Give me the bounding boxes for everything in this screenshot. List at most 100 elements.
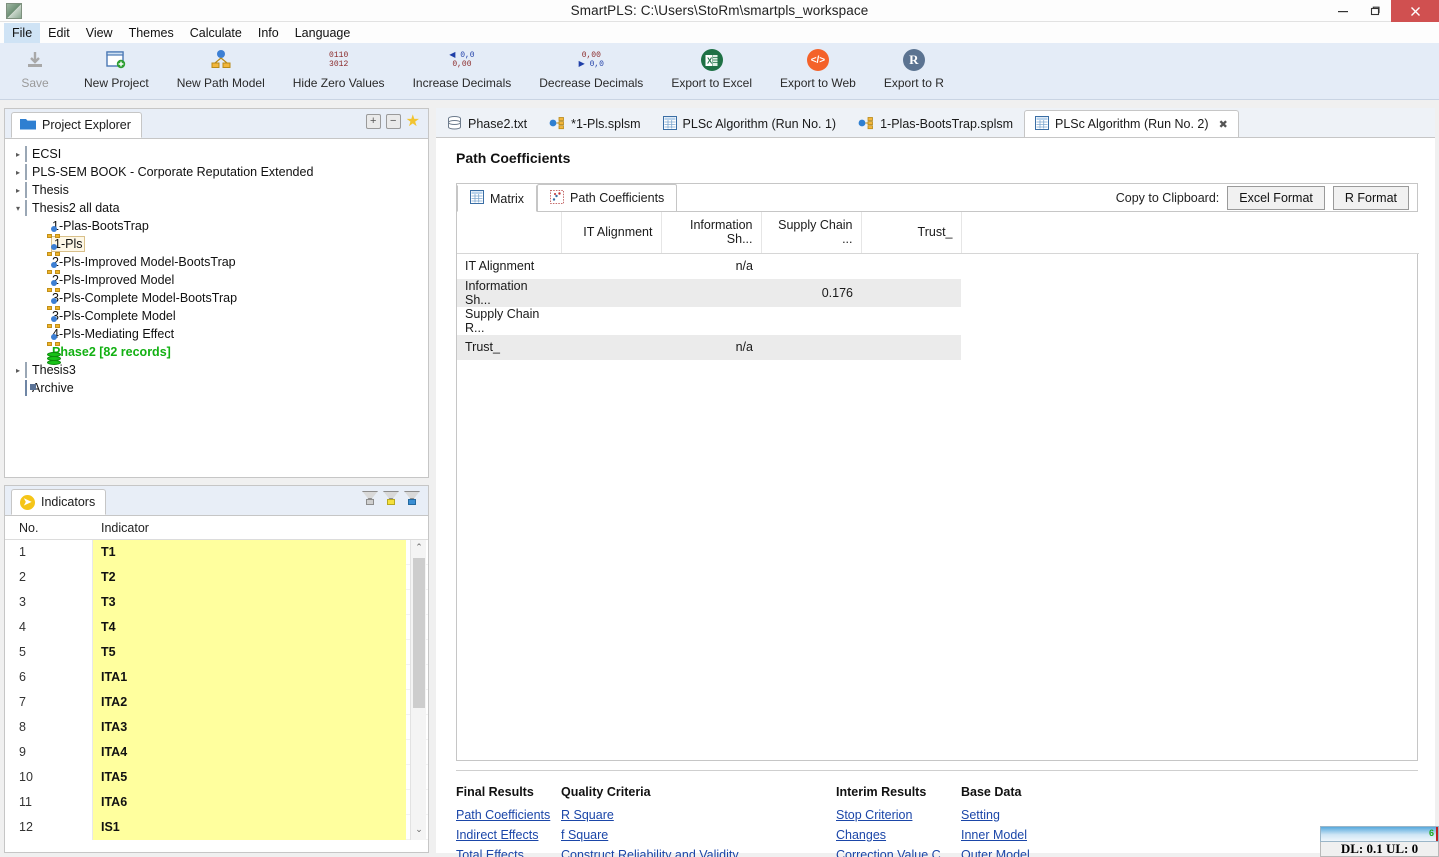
indicator-row[interactable]: 4 T4 [5, 614, 428, 640]
scroll-down-icon[interactable]: ⌄ [414, 824, 424, 838]
indicator-name: T3 [93, 589, 406, 615]
result-link[interactable]: f Square [561, 825, 836, 845]
result-link[interactable]: Stop Criterion Changes [836, 805, 961, 845]
indicator-row[interactable]: 3 T3 [5, 589, 428, 615]
title-bar: SmartPLS: C:\Users\StoRm\smartpls_worksp… [0, 0, 1439, 22]
menu-item-file[interactable]: File [4, 22, 41, 43]
indicator-row[interactable]: 1 T1 [5, 540, 428, 565]
tree-item[interactable]: 1-Plas-BootsTrap [11, 217, 428, 238]
excel-format-button[interactable]: Excel Format [1227, 186, 1325, 210]
tree-item[interactable]: ▸ Thesis [11, 181, 428, 199]
toolbar-export-to-r-button[interactable]: R Export to R [870, 47, 958, 99]
tree-item[interactable]: 2-Pls-Improved Model [11, 271, 428, 292]
favorites-button[interactable]: ★ [406, 114, 420, 130]
editor-tab[interactable]: 1-Plas-BootsTrap.splsm [847, 110, 1024, 137]
tree-expand-arrow[interactable]: ▸ [11, 366, 25, 375]
expand-all-button[interactable]: + [365, 114, 381, 129]
editor-tab-label: PLSc Algorithm (Run No. 1) [682, 117, 837, 131]
r-format-button[interactable]: R Format [1332, 186, 1409, 210]
scrollbar-thumb[interactable] [413, 558, 425, 708]
tab-project-explorer[interactable]: Project Explorer [11, 112, 142, 138]
indicator-no: 5 [5, 639, 93, 665]
editor-tab[interactable]: PLSc Algorithm (Run No. 1) [652, 110, 848, 137]
tab-path-coefficients[interactable]: Path Coefficients [537, 184, 678, 211]
tree-expand-arrow[interactable]: ▾ [11, 204, 25, 213]
toolbar-export-to-excel-button[interactable]: X Export to Excel [657, 47, 766, 99]
toolbar-hide-zero-values-button[interactable]: 0110 3012 Hide Zero Values [279, 47, 399, 99]
indicator-row[interactable]: 11 ITA6 [5, 789, 428, 815]
toolbar-increase-decimals-button[interactable]: ◀ 0,0 0,00 Increase Decimals [399, 47, 526, 99]
tree-item[interactable]: ▸ ECSI [11, 145, 428, 163]
collapse-all-button[interactable]: − [385, 114, 401, 129]
result-link[interactable]: Correction Value C [836, 845, 961, 857]
toolbar-save-button[interactable]: Save [0, 47, 70, 99]
indicator-row[interactable]: 9 ITA4 [5, 739, 428, 765]
toolbar-decrease-decimals-button[interactable]: 0,00 ▶ 0,0 Decrease Decimals [525, 47, 657, 99]
menu-item-edit[interactable]: Edit [40, 23, 78, 43]
result-link[interactable]: Construct Reliability and Validity [561, 845, 836, 857]
folder-icon [25, 146, 27, 162]
editor-tab[interactable]: PLSc Algorithm (Run No. 2) ✖ [1024, 110, 1239, 137]
folder-icon [25, 200, 27, 216]
tree-item[interactable]: ▸ Thesis3 [11, 361, 428, 379]
result-link[interactable]: Setting [961, 805, 1124, 825]
menu-item-calculate[interactable]: Calculate [182, 23, 250, 43]
filter-yellow-button[interactable] [383, 491, 399, 506]
result-link[interactable]: Total Effects [456, 845, 561, 857]
toolbar-new-project-button[interactable]: New Project [70, 47, 163, 99]
indicator-row[interactable]: 12 IS1 [5, 814, 428, 840]
menu-item-language[interactable]: Language [287, 23, 359, 43]
matrix-filler-cell [961, 307, 1419, 335]
tree-expand-arrow[interactable]: ▸ [11, 168, 25, 177]
tree-expand-arrow[interactable]: ▸ [11, 150, 25, 159]
editor-tab[interactable]: Phase2.txt [436, 110, 538, 137]
background-window-overlay[interactable]: 6 DL: 0.1 UL: 0 [1320, 826, 1439, 857]
tree-item-label: 2-Pls-Improved Model-BootsTrap [52, 255, 236, 269]
indicator-row[interactable]: 5 T5 [5, 639, 428, 665]
editor-area: Phase2.txt *1-Pls.splsm PLSc Algorithm (… [436, 108, 1435, 857]
menu-item-info[interactable]: Info [250, 23, 287, 43]
tree-item[interactable]: 3-Pls-Complete Model [11, 307, 428, 328]
minimize-button[interactable] [1327, 0, 1359, 22]
close-button[interactable] [1391, 0, 1439, 22]
toolbar-export-to-web-button[interactable]: </> Export to Web [766, 47, 870, 99]
indicator-row[interactable]: 2 T2 [5, 564, 428, 590]
increase-decimals-icon: ◀ 0,0 0,00 [449, 47, 474, 73]
indicator-row[interactable]: 7 ITA2 [5, 689, 428, 715]
folder-icon [25, 182, 27, 198]
toolbar-new-path-model-label: New Path Model [176, 76, 265, 90]
tab-indicators[interactable]: ➤ Indicators [11, 489, 107, 515]
indicator-no: 7 [5, 689, 93, 715]
tab-matrix[interactable]: Matrix [457, 185, 538, 212]
indicator-name: ITA2 [93, 689, 406, 715]
filter-none-button[interactable] [362, 491, 378, 506]
tree-item[interactable]: 2-Pls-Improved Model-BootsTrap [11, 253, 428, 274]
result-link[interactable]: Path Coefficients [456, 805, 561, 825]
tab-matrix-label: Matrix [490, 191, 525, 206]
tree-item[interactable]: ▸ PLS-SEM BOOK - Corporate Reputation Ex… [11, 163, 428, 181]
scroll-up-icon[interactable]: ⌃ [414, 542, 424, 556]
tree-expand-arrow[interactable]: ▸ [11, 186, 25, 195]
close-tab-icon[interactable]: ✖ [1219, 118, 1228, 131]
menu-item-themes[interactable]: Themes [121, 23, 182, 43]
menu-item-view[interactable]: View [78, 23, 121, 43]
toolbar-new-path-model-button[interactable]: New Path Model [163, 47, 279, 99]
indicator-row[interactable]: 10 ITA5 [5, 764, 428, 790]
tree-item[interactable]: ▾ Thesis2 all data [11, 199, 428, 217]
maximize-button[interactable] [1359, 0, 1391, 22]
indicators-scrollbar[interactable]: ⌃ ⌄ [410, 540, 426, 840]
filter-blue-button[interactable] [404, 491, 420, 506]
indicator-row[interactable]: 6 ITA1 [5, 664, 428, 690]
tree-item[interactable]: 4-Pls-Mediating Effect [11, 325, 428, 346]
result-link[interactable]: Indirect Effects [456, 825, 561, 845]
editor-tab[interactable]: *1-Pls.splsm [538, 110, 651, 137]
result-link[interactable]: R Square [561, 805, 836, 825]
tree-item[interactable]: Archive [11, 379, 428, 397]
indicator-row[interactable]: 8 ITA3 [5, 714, 428, 740]
result-link[interactable]: Outer Model [961, 845, 1124, 857]
tree-item[interactable]: 1-Pls [11, 235, 428, 256]
tree-item[interactable]: 3-Pls-Complete Model-BootsTrap [11, 289, 428, 310]
folder-icon [25, 362, 27, 378]
result-link[interactable]: Inner Model [961, 825, 1124, 845]
tree-item[interactable]: Phase2 [82 records] [11, 343, 428, 365]
